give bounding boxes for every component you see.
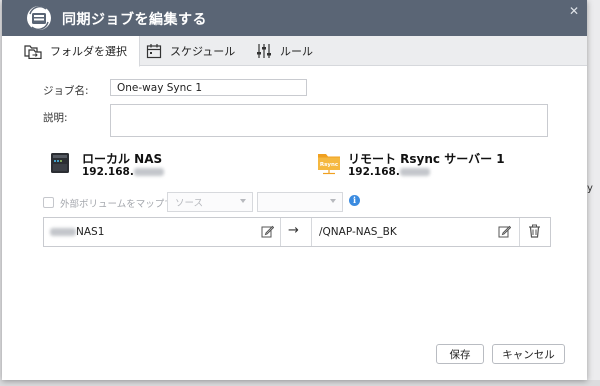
background-app-footer	[0, 380, 600, 386]
info-icon[interactable]: i	[349, 195, 360, 206]
job-name-label: ジョブ名:	[43, 85, 89, 97]
job-name-value: One-way Sync 1	[117, 81, 203, 94]
tab-select-folder[interactable]: フォルダを選択	[2, 36, 140, 67]
tab-label: フォルダを選択	[50, 45, 127, 58]
rsync-server-icon: Rsync	[318, 154, 340, 175]
dialog-titlebar: 同期ジョブを編集する ✕	[2, 0, 587, 36]
redacted-ip-blur	[133, 168, 164, 176]
cancel-button[interactable]: キャンセル	[492, 344, 565, 364]
edit-sync-job-dialog: 同期ジョブを編集する ✕ フォルダを選択 スケジュール ルール ジョブ名: On…	[2, 0, 587, 380]
folder-copy-icon	[24, 45, 42, 59]
map-external-volume-label: 外部ボリュームをマップする	[60, 199, 184, 210]
background-app-edge: y	[586, 0, 600, 386]
source-dropdown-value: ソース	[175, 198, 204, 209]
tab-bar: フォルダを選択 スケジュール ルール	[2, 36, 587, 67]
job-name-input[interactable]: One-way Sync 1	[110, 79, 307, 96]
save-button[interactable]: 保存	[436, 344, 484, 364]
calendar-icon	[146, 44, 162, 59]
local-ip-prefix: 192.168.	[82, 166, 134, 178]
source-folder[interactable]: NAS1	[50, 226, 104, 238]
svg-text:Rsync: Rsync	[320, 162, 338, 168]
remote-ip-prefix: 192.168.	[348, 166, 400, 178]
folder-pair-row: NAS1 → /QNAP-NAS_BK	[43, 217, 551, 247]
map-external-volume-checkbox[interactable]	[43, 197, 54, 208]
dialog-title: 同期ジョブを編集する	[62, 12, 207, 28]
tab-label: ルール	[280, 45, 313, 58]
background-text: y	[587, 183, 593, 194]
target-volume-dropdown[interactable]	[257, 192, 343, 212]
nas-device-icon	[51, 153, 69, 173]
sync-direction-arrow: →	[288, 223, 299, 238]
chevron-down-icon	[330, 199, 336, 203]
close-icon[interactable]: ✕	[569, 4, 579, 18]
source-folder-name: NAS1	[76, 226, 105, 238]
trash-icon[interactable]	[528, 224, 541, 238]
edit-source-icon[interactable]	[261, 225, 274, 238]
sync-job-icon	[27, 6, 51, 30]
source-volume-dropdown[interactable]: ソース	[167, 192, 253, 212]
redacted-ip-blur	[399, 168, 430, 176]
redacted-name-blur	[50, 228, 76, 236]
tab-rules[interactable]: ルール	[256, 36, 313, 66]
tab-schedule[interactable]: スケジュール	[146, 36, 235, 66]
remote-server-ip: 192.168.	[348, 166, 430, 178]
chevron-down-icon	[240, 199, 246, 203]
local-nas-ip: 192.168.	[82, 166, 164, 178]
remote-server-name: リモート Rsync サーバー 1	[348, 152, 505, 166]
description-textarea[interactable]	[110, 104, 548, 137]
edit-destination-icon[interactable]	[498, 225, 511, 238]
description-label: 説明:	[43, 112, 68, 124]
column-divider	[311, 218, 312, 246]
local-nas-name: ローカル NAS	[82, 152, 163, 166]
column-divider	[280, 218, 281, 246]
tab-label: スケジュール	[170, 45, 236, 58]
sliders-icon	[257, 44, 271, 58]
destination-folder-name[interactable]: /QNAP-NAS_BK	[319, 226, 397, 238]
column-divider	[519, 218, 520, 246]
